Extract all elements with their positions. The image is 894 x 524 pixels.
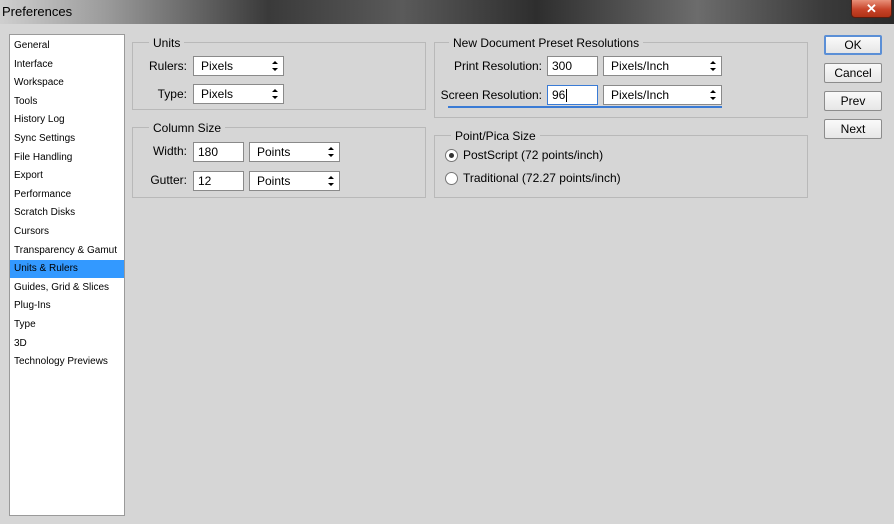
close-button[interactable]: ✕ [851, 0, 892, 18]
sidebar-item-units-rulers[interactable]: Units & Rulers [10, 260, 124, 279]
next-button[interactable]: Next [824, 119, 882, 139]
sidebar-item-transparency-gamut[interactable]: Transparency & Gamut [10, 242, 124, 260]
print-resolution-unit-select[interactable]: Pixels/Inch [603, 56, 722, 76]
sidebar-item-type[interactable]: Type [10, 316, 124, 334]
type-select[interactable]: Pixels [193, 84, 284, 104]
ok-button[interactable]: OK [824, 35, 882, 55]
preferences-category-list: General Interface Workspace Tools History Lo… [9, 34, 125, 516]
text-caret [566, 89, 568, 103]
point-pica-group [434, 135, 808, 198]
postscript-radio[interactable] [445, 149, 458, 162]
radio-selected-dot [449, 153, 454, 158]
sidebar-item-history-log[interactable]: History Log [10, 111, 124, 129]
up-down-arrows-icon [710, 90, 716, 100]
close-icon: ✕ [866, 1, 877, 16]
up-down-arrows-icon [272, 89, 278, 99]
rulers-select-value: Pixels [201, 59, 234, 73]
print-resolution-value: 300 [552, 59, 573, 73]
sidebar-item-guides-grid-slices[interactable]: Guides, Grid & Slices [10, 279, 124, 297]
screen-resolution-unit-value: Pixels/Inch [611, 88, 670, 102]
units-group-title: Units [149, 36, 185, 50]
focus-underline [448, 106, 722, 108]
gutter-input[interactable]: 12 [193, 171, 244, 191]
type-label: Type: [157, 87, 187, 101]
sidebar-item-workspace[interactable]: Workspace [10, 74, 124, 92]
window-title: Preferences [2, 4, 73, 19]
preset-resolutions-group-title: New Document Preset Resolutions [449, 36, 644, 50]
gutter-unit-value: Points [257, 174, 291, 188]
sidebar-item-scratch-disks[interactable]: Scratch Disks [10, 204, 124, 222]
screen-resolution-value: 96 [552, 88, 566, 102]
print-resolution-input[interactable]: 300 [547, 56, 598, 76]
screen-resolution-input[interactable]: 96 [547, 85, 598, 105]
width-input[interactable]: 180 [193, 142, 244, 162]
up-down-arrows-icon [328, 147, 334, 157]
up-down-arrows-icon [710, 61, 716, 71]
gutter-unit-select[interactable]: Points [249, 171, 340, 191]
up-down-arrows-icon [328, 176, 334, 186]
traditional-radio-label[interactable]: Traditional (72.27 points/inch) [463, 170, 621, 186]
sidebar-item-3d[interactable]: 3D [10, 335, 124, 353]
gutter-input-value: 12 [198, 174, 212, 188]
print-resolution-label: Print Resolution: [453, 59, 542, 73]
sidebar-item-file-handling[interactable]: File Handling [10, 149, 124, 167]
point-pica-group-title: Point/Pica Size [451, 129, 540, 143]
rulers-label: Rulers: [148, 59, 187, 73]
sidebar-item-sync-settings[interactable]: Sync Settings [10, 130, 124, 148]
width-input-value: 180 [198, 145, 219, 159]
cancel-button[interactable]: Cancel [824, 63, 882, 83]
sidebar-item-plug-ins[interactable]: Plug-Ins [10, 297, 124, 315]
screen-resolution-unit-select[interactable]: Pixels/Inch [603, 85, 722, 105]
type-select-value: Pixels [201, 87, 234, 101]
screen-resolution-label: Screen Resolution: [440, 88, 542, 102]
print-resolution-unit-value: Pixels/Inch [611, 59, 670, 73]
traditional-radio[interactable] [445, 172, 458, 185]
sidebar-item-tools[interactable]: Tools [10, 93, 124, 111]
up-down-arrows-icon [272, 61, 278, 71]
column-size-group-title: Column Size [149, 121, 226, 135]
sidebar-item-performance[interactable]: Performance [10, 186, 124, 204]
sidebar-item-technology-previews[interactable]: Technology Previews [10, 353, 124, 371]
sidebar-item-general[interactable]: General [10, 37, 124, 55]
title-bar: Preferences ✕ [0, 0, 894, 24]
width-unit-select[interactable]: Points [249, 142, 340, 162]
postscript-radio-label[interactable]: PostScript (72 points/inch) [463, 147, 603, 163]
sidebar-item-cursors[interactable]: Cursors [10, 223, 124, 241]
rulers-select[interactable]: Pixels [193, 56, 284, 76]
sidebar-item-interface[interactable]: Interface [10, 56, 124, 74]
width-label: Width: [152, 144, 187, 158]
sidebar-item-export[interactable]: Export [10, 167, 124, 185]
prev-button[interactable]: Prev [824, 91, 882, 111]
gutter-label: Gutter: [150, 173, 187, 187]
width-unit-value: Points [257, 145, 291, 159]
